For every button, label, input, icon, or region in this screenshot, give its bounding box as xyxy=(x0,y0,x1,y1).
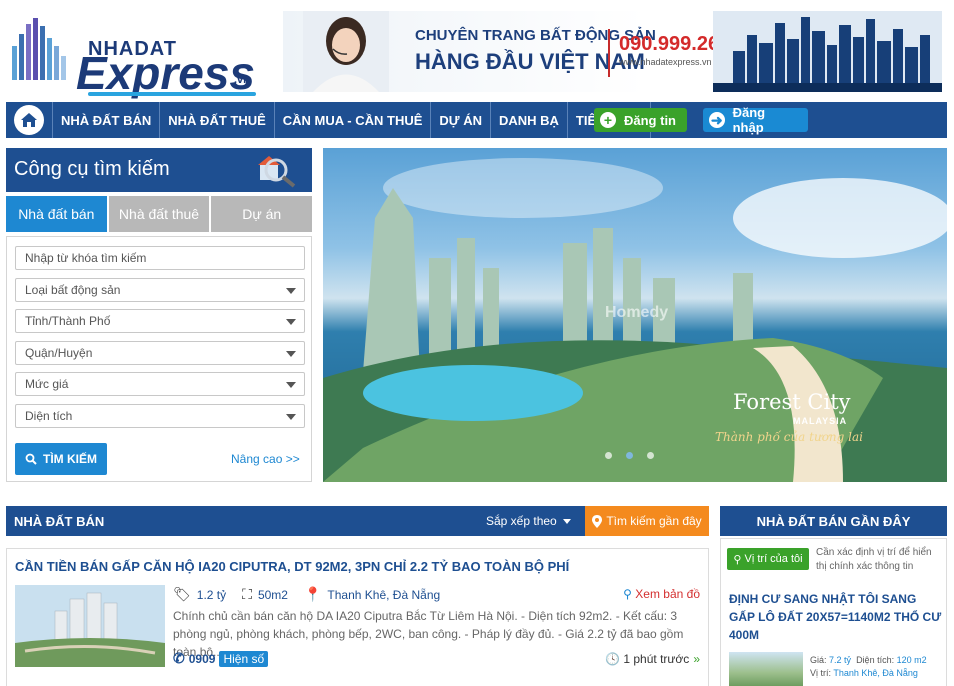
site-logo[interactable]: NHADAT Express .vn xyxy=(10,16,256,99)
expand-chevron-icon[interactable]: » xyxy=(693,652,700,666)
listing-contact: ✆ 0909 Hiện số xyxy=(173,650,269,667)
recent-listing-meta: Giá: 7.2 tỷ Diện tích: 120 m2 Vị trí: Th… xyxy=(810,655,927,678)
my-location-button[interactable]: ⚲ Vị trí của tôi xyxy=(727,548,809,570)
map-marker-icon: ⚲ xyxy=(623,587,632,601)
property-type-value: Loại bất động sản xyxy=(25,283,121,297)
search-icon xyxy=(25,453,37,465)
listing-card[interactable]: CẦN TIỀN BÁN GẤP CĂN HỘ IA20 CIPUTRA, DT… xyxy=(6,548,709,686)
recent-listing-thumbnail[interactable] xyxy=(729,652,803,686)
view-map-link[interactable]: ⚲ Xem bản đồ xyxy=(623,587,700,601)
price-select[interactable]: Mức giá xyxy=(15,372,305,396)
listing-title[interactable]: CẦN TIỀN BÁN GẤP CĂN HỘ IA20 CIPUTRA, DT… xyxy=(15,559,569,574)
search-button[interactable]: TÌM KIẾM xyxy=(15,443,107,475)
hero-watermark: Homedy xyxy=(605,304,669,321)
listing-thumbnail[interactable] xyxy=(15,585,165,667)
district-value: Quận/Huyện xyxy=(25,346,93,360)
listing-header: NHÀ ĐẤT BÁN Sắp xếp theo Tìm kiếm gần đâ… xyxy=(6,506,709,536)
listing-time: 🕓 1 phút trước» xyxy=(605,652,700,666)
price-value: Mức giá xyxy=(25,377,69,391)
nav-item-wanted[interactable]: CẦN MUA - CẦN THUÊ xyxy=(275,102,432,138)
login-label: Đăng nhập xyxy=(732,105,766,135)
hero-title: Forest City xyxy=(733,390,851,414)
nav-item-rent[interactable]: NHÀ ĐẤT THUÊ xyxy=(160,102,275,138)
nav-item-sell[interactable]: NHÀ ĐẤT BÁN xyxy=(53,102,161,138)
advanced-search-link[interactable]: Nâng cao >> xyxy=(231,452,300,466)
province-value: Tỉnh/Thành Phố xyxy=(25,314,111,328)
map-pin-icon: 📍 xyxy=(303,586,322,602)
slider-dot-active[interactable] xyxy=(626,452,633,459)
chevron-down-icon xyxy=(286,414,296,420)
post-listing-button[interactable]: + Đăng tin xyxy=(594,108,687,132)
logo-swoosh xyxy=(88,92,256,96)
recent-listing-title[interactable]: ĐỊNH CƯ SANG NHẬT TÔI SANG GẤP LÔ ĐẤT 20… xyxy=(729,590,943,644)
search-tabs: Nhà đất bán Nhà đất thuê Dự án xyxy=(6,196,313,232)
recent-listing-location: Thanh Khê, Đà Nẵng xyxy=(833,668,918,678)
main-nav: NHÀ ĐẤT BÁN NHÀ ĐẤT THUÊ CẦN MUA - CẦN T… xyxy=(6,102,947,138)
magnifier-house-icon xyxy=(258,156,296,188)
phone-icon: ✆ xyxy=(173,650,185,666)
nearby-search-button[interactable]: Tìm kiếm gần đây xyxy=(585,506,709,536)
recent-listings-header: NHÀ ĐẤT BÁN GẦN ĐÂY xyxy=(720,506,947,536)
slider-dot[interactable] xyxy=(605,452,612,459)
sort-dropdown[interactable]: Sắp xếp theo xyxy=(486,514,571,528)
login-button[interactable]: ➜ Đăng nhập xyxy=(703,105,808,135)
chevron-down-icon xyxy=(562,519,571,525)
search-panel-title: Công cụ tìm kiếm xyxy=(14,158,170,180)
map-pin-icon: ⚲ xyxy=(733,553,742,566)
tab-rent[interactable]: Nhà đất thuê xyxy=(108,196,210,232)
chevron-down-icon xyxy=(286,351,296,357)
listing-section-title: NHÀ ĐẤT BÁN xyxy=(14,514,105,529)
page: NHADAT Express .vn CHUYÊN TRANG BẤT ĐỘNG… xyxy=(0,0,954,686)
banner-divider xyxy=(608,29,610,77)
recent-listing-price: 7.2 tỷ xyxy=(829,655,852,665)
search-form: Nhập từ khóa tìm kiếm Loại bất động sản … xyxy=(6,236,312,482)
header-banner[interactable]: CHUYÊN TRANG BẤT ĐỘNG SẢN HÀNG ĐẦU VIỆT … xyxy=(283,11,942,92)
area-select[interactable]: Diện tích xyxy=(15,404,305,428)
hero-country: MALAYSIA xyxy=(793,416,848,426)
nav-item-projects[interactable]: DỰ ÁN xyxy=(431,102,491,138)
show-phone-button[interactable]: Hiện số xyxy=(219,650,269,667)
map-pin-icon xyxy=(592,514,603,528)
search-button-label: TÌM KIẾM xyxy=(43,452,97,466)
hero-slogan: Thành phố của tương lai xyxy=(715,430,863,444)
chevron-down-icon xyxy=(286,288,296,294)
banner-site: www.nhadatexpress.vn xyxy=(619,57,712,67)
logo-tld: .vn xyxy=(234,74,250,86)
login-arrow-icon: ➜ xyxy=(709,112,725,128)
plus-icon: + xyxy=(600,112,616,128)
price-tag-icon: 🏷 xyxy=(173,586,191,602)
district-select[interactable]: Quận/Huyện xyxy=(15,341,305,365)
nav-item-directory[interactable]: DANH BẠ xyxy=(491,102,568,138)
home-button[interactable] xyxy=(6,102,53,138)
home-icon xyxy=(14,105,44,135)
banner-tagline-main: HÀNG ĐẦU VIỆT NAM xyxy=(415,49,645,74)
clock-icon: 🕓 xyxy=(605,652,621,666)
search-panel-header: Công cụ tìm kiếm xyxy=(6,148,312,192)
hero-slider[interactable]: Homedy Forest City MALAYSIA Thành phố củ… xyxy=(323,148,947,482)
tab-sell[interactable]: Nhà đất bán xyxy=(6,196,107,232)
property-type-select[interactable]: Loại bất động sản xyxy=(15,278,305,302)
recent-listing-area: 120 m2 xyxy=(896,655,927,665)
nearby-search-label: Tìm kiếm gần đây xyxy=(606,514,702,528)
keyword-input[interactable]: Nhập từ khóa tìm kiếm xyxy=(15,246,305,270)
listing-area: ⛶ 50m2 xyxy=(242,586,288,602)
chevron-down-icon xyxy=(286,382,296,388)
area-value: Diện tích xyxy=(25,409,73,423)
location-note: Cần xác định vị trí để hiển thị chính xá… xyxy=(816,547,932,572)
listing-phone: 0909 xyxy=(188,651,216,666)
listing-location: 📍 Thanh Khê, Đà Nẵng xyxy=(303,586,441,602)
support-agent-image xyxy=(303,11,389,92)
listing-meta: 🏷 1.2 tỷ ⛶ 50m2 📍 Thanh Khê, Đà Nẵng xyxy=(173,586,440,603)
city-skyline-image xyxy=(713,11,942,92)
listing-price: 🏷 1.2 tỷ xyxy=(173,586,227,602)
slider-dot[interactable] xyxy=(647,452,654,459)
tab-projects[interactable]: Dự án xyxy=(211,196,313,232)
area-frame-icon: ⛶ xyxy=(242,586,252,602)
province-select[interactable]: Tỉnh/Thành Phố xyxy=(15,309,305,333)
recent-listings-panel: ⚲ Vị trí của tôi Cần xác định vị trí để … xyxy=(720,538,947,686)
sort-label: Sắp xếp theo xyxy=(486,514,557,528)
post-listing-label: Đăng tin xyxy=(624,112,676,128)
chevron-down-icon xyxy=(286,319,296,325)
slider-dots xyxy=(605,452,654,459)
